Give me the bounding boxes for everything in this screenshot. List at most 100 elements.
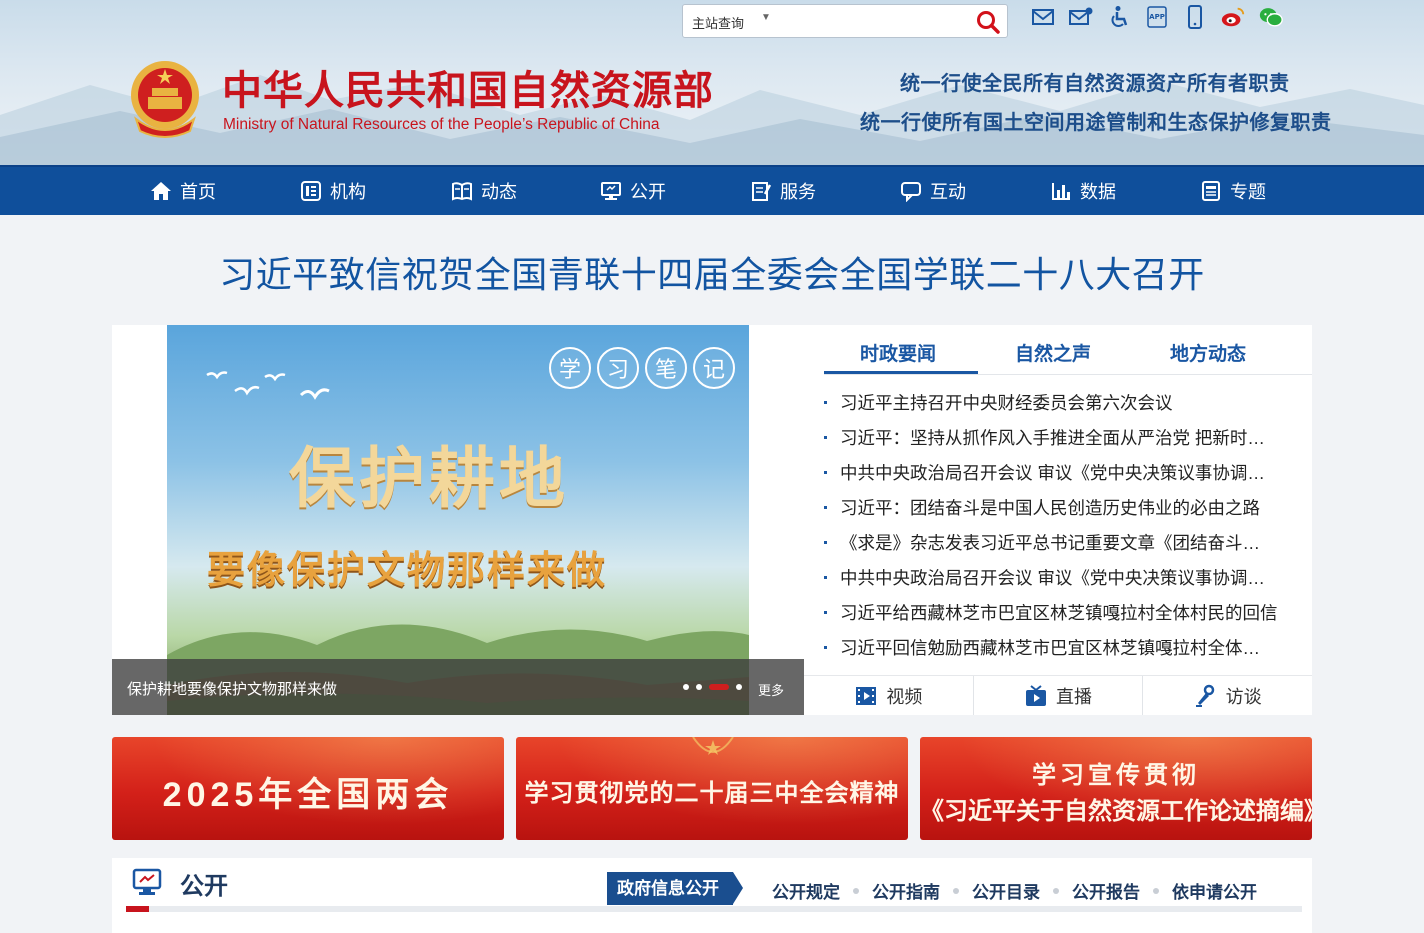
nav-label: 机构 bbox=[330, 182, 366, 202]
public-icon bbox=[601, 182, 621, 200]
site-search[interactable]: 主站查询 ▼ bbox=[682, 4, 1008, 38]
birds-decoration bbox=[206, 371, 330, 400]
separator-dot bbox=[1153, 887, 1159, 894]
site-subtitle: Ministry of Natural Resources of the Peo… bbox=[223, 116, 660, 133]
live-link[interactable]: 直播 bbox=[973, 676, 1144, 715]
accessibility-icon[interactable] bbox=[1106, 4, 1132, 30]
carousel-dot[interactable] bbox=[736, 684, 742, 690]
chart-icon bbox=[1052, 183, 1070, 200]
news-item[interactable]: 习近平：坚持从抓作风入手推进全面从严治党 把新时… bbox=[824, 423, 1304, 458]
badge-char: 习 bbox=[597, 347, 639, 389]
banner-text-line-1: 学习宣传贯彻 bbox=[1032, 762, 1200, 789]
weibo-icon[interactable] bbox=[1220, 4, 1246, 30]
banner-third-plenum[interactable]: 学习贯彻党的二十届三中全会精神 bbox=[516, 737, 908, 840]
tab-gov-info-public[interactable]: 政府信息公开 bbox=[607, 872, 743, 905]
active-tab-indicator bbox=[824, 371, 978, 374]
nav-label: 数据 bbox=[1080, 182, 1116, 202]
slide-title: 保护耕地 bbox=[289, 439, 569, 517]
news-item[interactable]: 中共中央政治局召开会议 审议《党中央决策议事协调… bbox=[824, 458, 1304, 493]
carousel-dot[interactable] bbox=[683, 684, 689, 690]
link-catalog[interactable]: 公开目录 bbox=[972, 878, 1040, 903]
nav-item-data[interactable]: 数据 bbox=[1050, 167, 1116, 215]
public-links: 公开规定 公开指南 公开目录 公开报告 依申请公开 bbox=[772, 878, 1257, 903]
monitor-icon bbox=[132, 868, 162, 895]
news-item[interactable]: 习近平给西藏林芝市巴宜区林芝镇嘎拉村全体村民的回信 bbox=[824, 598, 1304, 633]
tab-local-news[interactable]: 地方动态 bbox=[1170, 339, 1246, 366]
banner-text: 学习贯彻党的二十届三中全会精神 bbox=[524, 780, 900, 807]
section-accent bbox=[126, 906, 149, 912]
link-report[interactable]: 公开报告 bbox=[1072, 878, 1140, 903]
carousel-dot[interactable] bbox=[696, 684, 702, 690]
mailbox-icon[interactable] bbox=[1068, 4, 1094, 30]
nav-label: 首页 bbox=[180, 182, 216, 202]
chat-icon bbox=[901, 182, 921, 202]
live-icon bbox=[1026, 684, 1046, 706]
media-label: 视频 bbox=[886, 686, 923, 707]
nav-item-home[interactable]: 首页 bbox=[150, 167, 216, 215]
carousel-slide[interactable]: 学 习 笔 记 保护耕地 要像保护文物那样来做 bbox=[167, 325, 749, 715]
news-item[interactable]: 《求是》杂志发表习近平总书记重要文章《团结奋斗… bbox=[824, 528, 1304, 563]
wechat-icon[interactable] bbox=[1258, 4, 1284, 30]
badge-char: 学 bbox=[549, 347, 591, 389]
headline-link[interactable]: 习近平致信祝贺全国青联十四届全委会全国学联二十八大召开 bbox=[0, 246, 1424, 298]
nav-item-interact[interactable]: 互动 bbox=[900, 167, 966, 215]
top-icon-bar: APP bbox=[1030, 4, 1284, 32]
more-link[interactable]: 更多 bbox=[758, 680, 784, 699]
banner-xi-on-resources[interactable]: 学习宣传贯彻 《习近平关于自然资源工作论述摘编》 bbox=[920, 737, 1312, 840]
news-item[interactable]: 习近平：团结奋斗是中国人民创造历史伟业的必由之路 bbox=[824, 493, 1304, 528]
mail-icon[interactable] bbox=[1030, 4, 1056, 30]
org-icon bbox=[301, 181, 321, 201]
section-divider bbox=[126, 906, 1302, 912]
news-item[interactable]: 习近平回信勉励西藏林芝市巴宜区林芝镇嘎拉村全体… bbox=[824, 633, 1304, 668]
badge-char: 笔 bbox=[645, 347, 687, 389]
badge-char: 记 bbox=[693, 347, 735, 389]
carousel-dot-active[interactable] bbox=[709, 684, 729, 690]
nav-item-public[interactable]: 公开 bbox=[600, 167, 666, 215]
nav-item-news[interactable]: 动态 bbox=[451, 167, 517, 215]
mobile-icon[interactable] bbox=[1182, 4, 1208, 30]
carousel-dots bbox=[683, 684, 742, 690]
news-tabs: 时政要闻 自然之声 地方动态 bbox=[824, 325, 1312, 375]
carousel-caption-bar: 保护耕地要像保护文物那样来做 更多 bbox=[112, 659, 804, 715]
news-item[interactable]: 中共中央政治局召开会议 审议《党中央决策议事协调… bbox=[824, 563, 1304, 598]
chevron-down-icon[interactable]: ▼ bbox=[761, 12, 771, 23]
link-guide[interactable]: 公开指南 bbox=[872, 878, 940, 903]
nav-label: 专题 bbox=[1230, 182, 1266, 202]
site-title[interactable]: 中华人民共和国自然资源部 bbox=[222, 58, 714, 116]
party-emblem-icon bbox=[692, 737, 734, 755]
search-scope-select[interactable]: 主站查询 bbox=[692, 13, 744, 32]
featured-panel: 学 习 笔 记 保护耕地 要像保护文物那样来做 保护耕地要像保护文物那样来做 更… bbox=[112, 325, 1313, 715]
home-icon bbox=[151, 182, 171, 200]
motto-line-2: 统一行使所有国土空间用途管制和生态保护修复职责 bbox=[860, 110, 1332, 134]
section-title: 公开 bbox=[180, 873, 228, 900]
nav-item-org[interactable]: 机构 bbox=[300, 167, 366, 215]
link-request[interactable]: 依申请公开 bbox=[1172, 878, 1257, 903]
national-emblem-icon bbox=[131, 61, 199, 138]
nav-item-topics[interactable]: 专题 bbox=[1200, 167, 1266, 215]
public-section: 公开 政府信息公开 公开规定 公开指南 公开目录 公开报告 依申请公开 bbox=[112, 858, 1312, 933]
video-link[interactable]: 视频 bbox=[804, 676, 974, 715]
nav-label: 服务 bbox=[780, 182, 816, 202]
app-icon[interactable]: APP bbox=[1144, 4, 1170, 30]
motto-line-1: 统一行使全民所有自然资源资产所有者职责 bbox=[900, 71, 1290, 95]
nav-item-service[interactable]: 服务 bbox=[750, 167, 816, 215]
media-label: 访谈 bbox=[1225, 686, 1262, 707]
tab-nature-voice[interactable]: 自然之声 bbox=[1015, 339, 1091, 366]
search-icon[interactable] bbox=[975, 9, 1001, 35]
interview-icon bbox=[1195, 684, 1214, 707]
interview-link[interactable]: 访谈 bbox=[1143, 676, 1313, 715]
nav-label: 公开 bbox=[630, 182, 666, 202]
banner-two-sessions[interactable]: 2025年全国两会 bbox=[112, 737, 504, 840]
carousel-caption[interactable]: 保护耕地要像保护文物那样来做 bbox=[127, 678, 337, 699]
banner-text: 2025年全国两会 bbox=[162, 776, 454, 814]
nav-label: 互动 bbox=[930, 182, 966, 202]
site-header: 主站查询 ▼ APP 中华人民共和国自然资源部 Ministry of Natu… bbox=[0, 0, 1424, 165]
link-rules[interactable]: 公开规定 bbox=[772, 878, 840, 903]
separator-dot bbox=[953, 887, 959, 894]
nav-label: 动态 bbox=[481, 182, 517, 202]
tab-politics[interactable]: 时政要闻 bbox=[860, 339, 936, 366]
news-item[interactable]: 习近平主持召开中央财经委员会第六次会议 bbox=[824, 388, 1304, 423]
media-label: 直播 bbox=[1056, 686, 1092, 707]
video-icon bbox=[856, 686, 877, 705]
topic-icon bbox=[1202, 181, 1220, 201]
